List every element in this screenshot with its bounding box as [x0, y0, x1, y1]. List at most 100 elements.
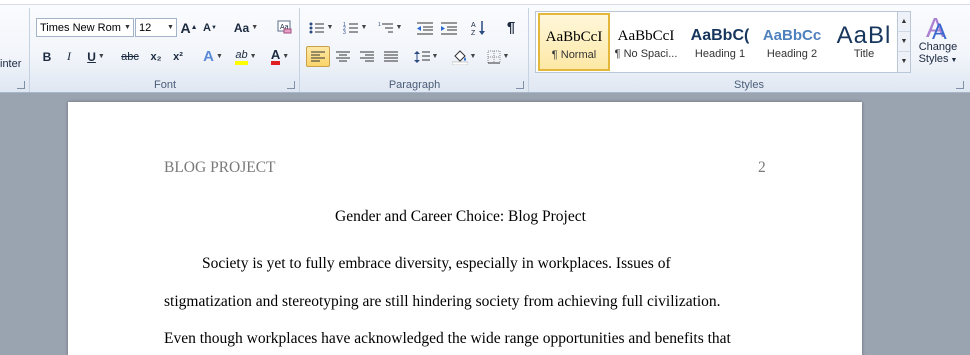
style-heading-1[interactable]: AaBbC( Heading 1 [684, 13, 756, 71]
justify-icon [384, 51, 398, 61]
style-name: ¶ No Spaci... [614, 48, 678, 60]
styles-dialog-launcher[interactable] [956, 81, 964, 89]
chevron-down-icon: ▼ [502, 53, 510, 60]
grow-font-button[interactable]: A ▲ [179, 17, 199, 38]
paragraph-group: ▼ 1 2 3 ▼ 1 ▼ AZ ¶ ▼ ▼ ▼ Paragraph [301, 8, 529, 92]
body-line-2[interactable]: stigmatization and stereotyping are stil… [164, 293, 721, 311]
bullets-button[interactable]: ▼ [307, 17, 335, 38]
change-case-icon: Aa [233, 20, 250, 35]
superscript-button[interactable]: x² [168, 46, 188, 67]
chevron-down-icon: ▼ [282, 53, 290, 60]
body-line-1[interactable]: Society is yet to fully embrace diversit… [202, 255, 671, 273]
font-group: Times New Rom ▼ 12 ▼ A ▲ A ▼ Aa ▼ Aa B I U ▼… [31, 8, 300, 92]
increase-indent-icon [441, 22, 457, 34]
align-center-button[interactable] [331, 46, 355, 67]
chevron-down-icon: ▼ [215, 53, 223, 60]
change-case-button[interactable]: Aa ▼ [232, 17, 260, 38]
paint-bucket-icon [451, 49, 468, 65]
subscript-button[interactable]: x₂ [146, 46, 166, 67]
line-spacing-icon [413, 50, 430, 63]
align-left-icon [311, 51, 325, 61]
align-left-button[interactable] [306, 46, 330, 67]
more-styles-icon[interactable]: ▼ [898, 52, 910, 72]
format-painter-label[interactable]: inter [0, 58, 21, 70]
sort-button[interactable]: AZ [468, 17, 490, 38]
font-name-value: Times New Rom [40, 21, 121, 34]
text-effects-button[interactable]: A ▼ [199, 46, 227, 67]
page-number[interactable]: 2 [758, 159, 766, 177]
highlight-button[interactable]: ab ▼ [230, 46, 262, 67]
font-color-button[interactable]: A ▼ [265, 46, 295, 67]
font-dialog-launcher[interactable] [287, 81, 295, 89]
numbering-icon: 123 [343, 22, 358, 35]
font-name-combo[interactable]: Times New Rom ▼ [36, 18, 134, 37]
down-arrow-icon: ▼ [211, 24, 217, 31]
underline-button[interactable]: U ▼ [83, 46, 109, 67]
document-title[interactable]: Gender and Career Choice: Blog Project [335, 208, 586, 226]
chevron-down-icon: ▼ [469, 53, 477, 60]
change-styles-button[interactable]: A A Change Styles ▼ [913, 11, 963, 73]
font-size-combo[interactable]: 12 ▼ [135, 18, 177, 37]
style-heading-2[interactable]: AaBbCc Heading 2 [756, 13, 828, 71]
chevron-down-icon: ▼ [431, 53, 439, 60]
grow-font-icon: A [180, 19, 191, 36]
change-styles-text: Styles [918, 53, 949, 65]
chevron-down-icon: ▼ [97, 53, 105, 60]
scroll-down-icon[interactable]: ▼ [898, 32, 910, 52]
paragraph-dialog-launcher[interactable] [516, 81, 524, 89]
style-name: ¶ Normal [551, 49, 597, 61]
gallery-scrollbar[interactable]: ▲ ▼ ▼ [897, 12, 910, 72]
chevron-down-icon: ▼ [395, 24, 403, 31]
clipboard-dialog-launcher[interactable] [17, 81, 25, 89]
highlighter-icon: ab [235, 49, 248, 65]
italic-button[interactable]: I [59, 46, 79, 67]
style-name: Heading 1 [694, 48, 746, 60]
style-title[interactable]: AaBl Title [828, 13, 900, 71]
font-color-icon: A [270, 48, 281, 65]
svg-text:1: 1 [378, 22, 381, 28]
decrease-indent-icon [417, 22, 433, 34]
ribbon: inter Times New Rom ▼ 12 ▼ A ▲ A ▼ Aa ▼ Aa … [0, 0, 970, 93]
increase-indent-button[interactable] [438, 17, 460, 38]
page-header-text[interactable]: BLOG PROJECT [164, 159, 276, 177]
body-line-3[interactable]: Even though workplaces have acknowledged… [164, 330, 731, 348]
scroll-up-icon[interactable]: ▲ [898, 12, 910, 32]
style-name: Title [853, 48, 875, 60]
chevron-down-icon: ▼ [948, 57, 958, 64]
borders-icon [487, 50, 501, 63]
document-area: BLOG PROJECT 2 Gender and Career Choice:… [0, 94, 970, 355]
justify-button[interactable] [379, 46, 403, 67]
clear-formatting-button[interactable]: Aa [274, 16, 294, 37]
font-size-value: 12 [139, 21, 152, 34]
borders-button[interactable]: ▼ [483, 46, 513, 67]
text-effects-icon: A [203, 48, 214, 65]
style-normal[interactable]: AaBbCcI ¶ Normal [538, 13, 610, 71]
document-page[interactable]: BLOG PROJECT 2 Gender and Career Choice:… [68, 102, 862, 355]
change-styles-label-2: Styles ▼ [913, 53, 963, 67]
styles-group-label: Styles [734, 79, 764, 91]
chevron-down-icon: ▼ [360, 24, 368, 31]
shrink-font-button[interactable]: A ▼ [201, 17, 219, 38]
chevron-down-icon: ▼ [326, 24, 334, 31]
align-right-button[interactable] [355, 46, 379, 67]
multilevel-list-button[interactable]: 1 ▼ [375, 17, 405, 38]
align-right-icon [360, 51, 374, 61]
chevron-down-icon[interactable]: ▼ [122, 19, 133, 36]
decrease-indent-button[interactable] [414, 17, 436, 38]
chevron-down-icon[interactable]: ▼ [165, 19, 176, 36]
style-name: Heading 2 [766, 48, 818, 60]
bold-button[interactable]: B [37, 46, 57, 67]
chevron-down-icon: ▼ [249, 53, 257, 60]
show-hide-marks-button[interactable]: ¶ [500, 17, 522, 38]
strikethrough-button[interactable]: abc [118, 46, 142, 67]
shading-button[interactable]: ▼ [449, 46, 479, 67]
style-sample: AaBbCc [762, 27, 822, 44]
svg-text:3: 3 [343, 30, 346, 35]
title-strip [0, 0, 970, 5]
style-no-spacing[interactable]: AaBbCcI ¶ No Spaci... [610, 13, 682, 71]
up-arrow-icon: ▲ [190, 24, 198, 31]
align-center-icon [336, 51, 350, 61]
svg-text:A: A [471, 22, 476, 29]
line-spacing-button[interactable]: ▼ [411, 46, 441, 67]
numbering-button[interactable]: 1 2 3 ▼ [340, 17, 370, 38]
